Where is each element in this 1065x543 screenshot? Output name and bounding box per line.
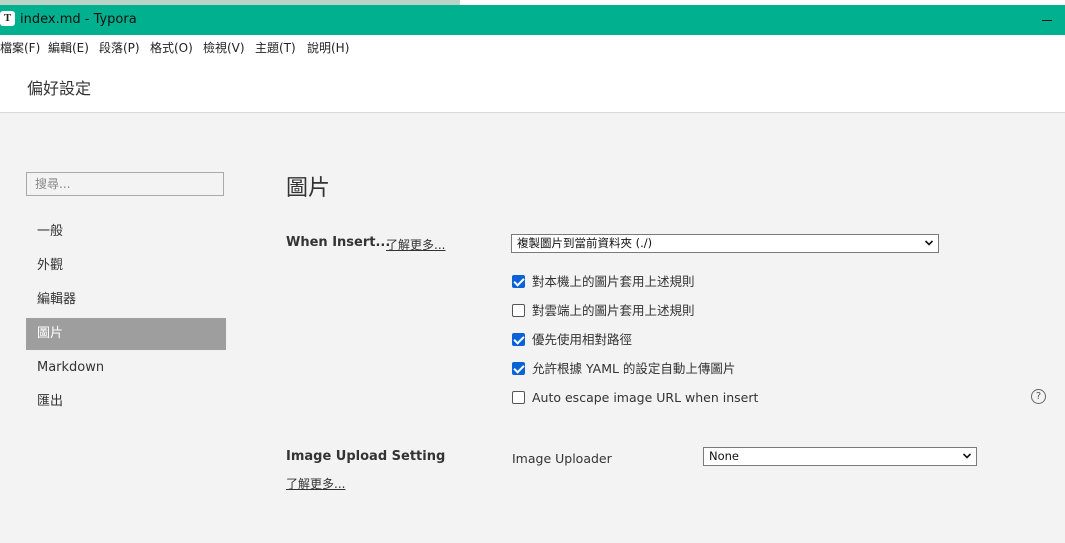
nav-item-general[interactable]: 一般 — [26, 216, 226, 248]
image-uploader-value: None — [709, 449, 740, 463]
menu-view[interactable]: 檢視(V) — [203, 39, 245, 56]
nav-item-editor[interactable]: 編輯器 — [26, 284, 226, 316]
upload-learn-more-link[interactable]: 了解更多... — [286, 475, 345, 492]
checkbox-label: 優先使用相對路徑 — [532, 332, 633, 347]
checkbox-yaml-upload[interactable] — [512, 362, 525, 375]
menu-paragraph[interactable]: 段落(P) — [99, 39, 140, 56]
checkbox-apply-local[interactable] — [512, 275, 525, 288]
chevron-down-icon — [925, 240, 933, 246]
menu-format[interactable]: 格式(O) — [150, 39, 193, 56]
nav-item-export[interactable]: 匯出 — [26, 386, 226, 418]
when-insert-selected-value: 複製圖片到當前資料夾 (./) — [517, 236, 653, 250]
help-icon[interactable]: ? — [1031, 389, 1046, 404]
nav-item-markdown[interactable]: Markdown — [26, 352, 226, 384]
section-title: 圖片 — [286, 176, 331, 201]
checkbox-label: 對雲端上的圖片套用上述規則 — [532, 303, 695, 318]
when-insert-select[interactable]: 複製圖片到當前資料夾 (./) — [511, 234, 939, 253]
checkbox-auto-escape[interactable] — [512, 391, 525, 404]
preferences-header: 偏好設定 — [0, 59, 1065, 113]
search-input[interactable] — [26, 172, 224, 196]
checkbox-apply-online[interactable] — [512, 304, 525, 317]
checkbox-relative-path[interactable] — [512, 333, 525, 346]
window-title: index.md - Typora — [20, 12, 137, 27]
checkbox-label: 允許根據 YAML 的設定自動上傳圖片 — [532, 361, 736, 376]
image-uploader-select[interactable]: None — [703, 447, 977, 466]
typora-app-icon: T — [0, 11, 15, 26]
checkbox-label: Auto escape image URL when insert — [532, 390, 759, 405]
menu-themes[interactable]: 主題(T) — [255, 39, 296, 56]
minimize-button[interactable] — [1036, 5, 1064, 35]
title-bar: T index.md - Typora — [0, 5, 1065, 35]
chevron-down-icon — [963, 453, 971, 459]
nav-item-appearance[interactable]: 外觀 — [26, 250, 226, 282]
when-insert-learn-more-link[interactable]: 了解更多... — [386, 236, 445, 253]
menu-help[interactable]: 說明(H) — [307, 39, 349, 56]
image-uploader-label: Image Uploader — [512, 451, 612, 466]
when-insert-label: When Insert... — [286, 235, 391, 250]
preferences-title: 偏好設定 — [27, 79, 92, 98]
menu-bar: 檔案(F) 編輯(E) 段落(P) 格式(O) 檢視(V) 主題(T) 說明(H… — [0, 35, 1065, 59]
checkbox-label: 對本機上的圖片套用上述規則 — [532, 274, 695, 289]
nav-item-image[interactable]: 圖片 — [26, 318, 226, 350]
image-upload-setting-label: Image Upload Setting — [286, 449, 446, 464]
preferences-nav: 一般 外觀 編輯器 圖片 Markdown 匯出 — [26, 216, 226, 420]
menu-file[interactable]: 檔案(F) — [0, 39, 40, 56]
menu-edit[interactable]: 編輯(E) — [48, 39, 89, 56]
